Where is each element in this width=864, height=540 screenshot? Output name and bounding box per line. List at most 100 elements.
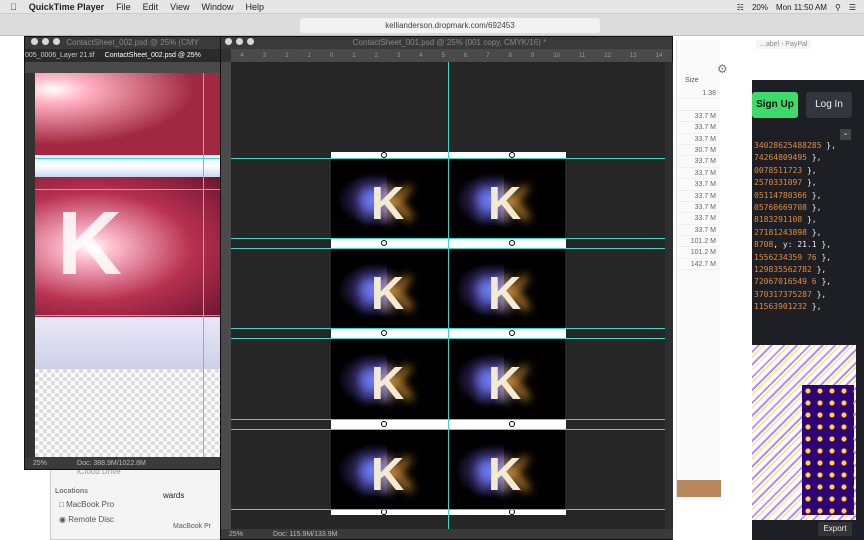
sign-up-button[interactable]: Sign Up (752, 92, 798, 118)
registration-mark (381, 330, 387, 336)
tab-layer[interactable]: 005_0006_Layer 21.tif (25, 49, 95, 62)
tab-contactsheet-002[interactable]: ContactSheet_002.psd @ 25% (105, 49, 201, 62)
code-line: 05114780366 }, (754, 190, 854, 202)
contact-image[interactable]: K (448, 248, 565, 328)
k-letter: K (488, 267, 522, 319)
main-canvas[interactable]: KKKKKKKK (231, 62, 665, 530)
code-view: 34028625488285 }, 74264809495 }, 007851172… (754, 140, 854, 313)
file-size[interactable]: 33.7 M (677, 122, 720, 134)
pattern-dots (802, 385, 854, 515)
file-size[interactable]: 101.2 M (677, 247, 720, 259)
ruler-tick: 3 (396, 52, 401, 59)
close-button[interactable] (31, 38, 38, 45)
menu-view[interactable]: View (170, 2, 189, 12)
battery-percent[interactable]: 20% (752, 3, 768, 12)
address-bar[interactable]: kellianderson.dropmark.com/692453 (300, 18, 600, 33)
registration-mark (381, 240, 387, 246)
code-punct: }, (816, 277, 832, 287)
close-button[interactable] (225, 38, 232, 45)
code-punct: }, (816, 252, 832, 262)
k-letter: K (371, 448, 405, 500)
contact-image[interactable]: K (331, 429, 448, 509)
file-size[interactable]: 33.7 M (677, 179, 720, 191)
main-zoom-level[interactable]: 25% (229, 531, 243, 538)
zoom-button[interactable] (53, 38, 60, 45)
code-line: 2570331097 }, (754, 177, 854, 189)
apple-icon[interactable]:  (10, 2, 17, 12)
menu-file[interactable]: File (116, 2, 131, 12)
file-size[interactable]: 33.7 M (677, 156, 720, 168)
horizontal-ruler (25, 62, 220, 73)
log-in-button[interactable]: Log In (806, 92, 852, 118)
gear-icon[interactable]: ⚙ (717, 62, 728, 76)
contact-image[interactable]: K (448, 338, 565, 419)
file-size[interactable]: 101.2 M (677, 236, 720, 248)
search-icon[interactable]: ⚲ (835, 3, 841, 12)
finder-item[interactable]: wards (163, 491, 184, 500)
code-line: 0078511723 }, (754, 165, 854, 177)
file-size[interactable]: 33.7 M (677, 168, 720, 180)
ruler-tick: 4 (240, 52, 244, 59)
menu-window[interactable]: Window (202, 2, 234, 12)
file-size[interactable]: 33.7 M (677, 213, 720, 225)
contact-image[interactable]: K (331, 158, 448, 238)
file-size[interactable]: 142.7 M (677, 259, 720, 271)
file-size[interactable]: 1.38 (677, 88, 720, 100)
left-status-bar: 25% Doc: 388.9M/1022.8M (25, 457, 220, 469)
contact-image[interactable]: K (448, 429, 565, 509)
contact-image[interactable]: K (331, 338, 448, 419)
chevron-down-icon[interactable]: ⌄ (840, 129, 851, 140)
ruler-tick: 1 (352, 52, 356, 59)
guide-vertical[interactable] (448, 62, 449, 530)
menu-help[interactable]: Help (246, 2, 265, 12)
file-size[interactable]: 33.7 M (677, 225, 720, 237)
file-size[interactable]: 30.7 M (677, 145, 720, 157)
left-canvas: K (35, 73, 220, 457)
finder-path: MacBook Pr (173, 523, 212, 530)
file-size[interactable]: 33.7 M (677, 202, 720, 214)
export-button[interactable]: Export (818, 522, 852, 536)
code-number: 05114780366 (754, 190, 807, 200)
finder-remote-disc[interactable]: ◉ Remote Disc (59, 515, 114, 524)
zoom-button[interactable] (247, 38, 254, 45)
file-size[interactable]: 33.7 M (677, 191, 720, 202)
pattern-preview (752, 345, 856, 520)
vertical-scrollbar[interactable] (665, 62, 673, 530)
wifi-icon[interactable]: ☵ (737, 3, 744, 12)
file-size[interactable]: 33.7 M (677, 134, 720, 145)
registration-mark (509, 330, 515, 336)
contact-image[interactable]: K (331, 248, 448, 328)
main-window-title: ContactSheet_001.psd @ 25% (001 copy, CM… (221, 37, 672, 49)
code-line: 8708, y: 21.1 }, (754, 239, 854, 251)
code-punct: }, (806, 153, 822, 163)
left-zoom-level[interactable]: 25% (33, 460, 47, 467)
minimize-button[interactable] (42, 38, 49, 45)
horizontal-ruler: 4 3 2 1 0 1 2 3 4 5 6 7 8 9 10 11 12 13 14 (231, 49, 672, 62)
ruler-tick: 4 (419, 52, 423, 59)
k-letter: K (371, 357, 405, 409)
main-status-bar: 25% Doc: 115.9M/133.9M (221, 529, 673, 539)
clock[interactable]: Mon 11:50 AM (776, 3, 827, 12)
finder-macbook[interactable]: □ MacBook Pro (59, 500, 114, 509)
registration-mark (381, 421, 387, 427)
minimize-button[interactable] (236, 38, 243, 45)
left-window-title-text: ContactSheet_002.psd @ 25% (CMY (66, 38, 199, 47)
contact-image[interactable]: K (448, 158, 565, 238)
k-letter: K (488, 448, 522, 500)
code-punct: }, (806, 302, 822, 312)
code-punct: }, (821, 141, 836, 150)
size-column-header[interactable]: Size (677, 40, 720, 84)
code-punct: }, (802, 165, 817, 175)
ruler-tick: 13 (629, 52, 637, 59)
thumbnail (677, 480, 721, 497)
menu-edit[interactable]: Edit (143, 2, 159, 12)
list-icon[interactable]: ☰ (849, 3, 856, 12)
code-number: 05760669708 (754, 202, 807, 212)
file-list: Size 1.38 33.7 M 33.7 M 33.7 M 30.7 M 33.7 M3… (676, 40, 721, 500)
browser-tab[interactable]: ...abel - PayPal (756, 40, 812, 49)
file-size[interactable] (677, 99, 720, 111)
registration-mark (509, 421, 515, 427)
main-document-window: ContactSheet_001.psd @ 25% (001 copy, CM… (220, 36, 673, 540)
file-size[interactable]: 33.7 M (677, 111, 720, 123)
menu-app[interactable]: QuickTime Player (29, 2, 104, 12)
